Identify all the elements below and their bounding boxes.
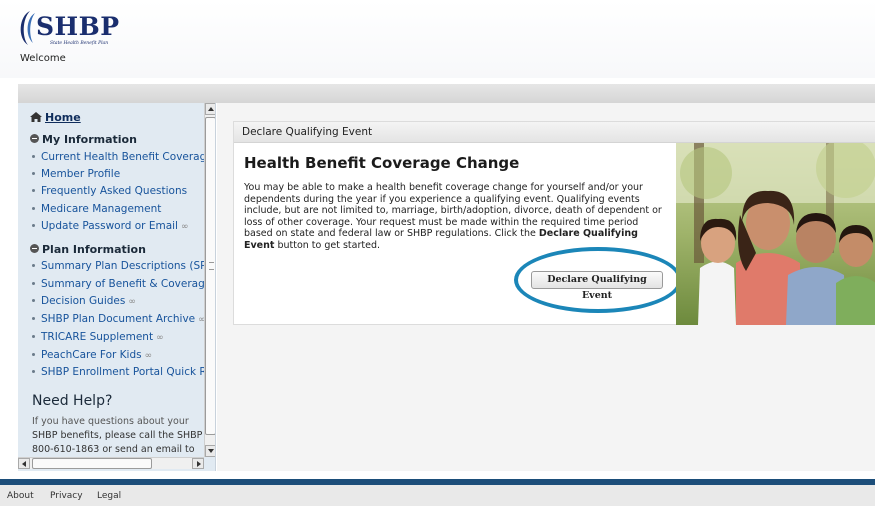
nav-label: Frequently Asked Questions	[41, 185, 188, 197]
bullet-icon	[32, 172, 35, 175]
scroll-thumb-horizontal[interactable]	[32, 458, 152, 469]
coverage-change-description: You may be able to make a health benefit…	[244, 182, 662, 251]
bullet-icon	[32, 224, 35, 227]
help-line-2: SHBP benefits, please call the SHBP M	[32, 430, 204, 441]
shbp-logo[interactable]: SHBP State Health Benefit Plan	[14, 10, 124, 48]
footer-link-legal[interactable]: Legal	[97, 491, 121, 501]
scroll-thumb[interactable]	[205, 117, 215, 435]
qualifying-event-panel: Declare Qualifying Event Health Benefit …	[233, 121, 875, 325]
sidebar-item-peachcare[interactable]: PeachCare For Kids ∞	[32, 349, 152, 361]
bullet-icon	[32, 189, 35, 192]
need-help-heading: Need Help?	[32, 393, 113, 409]
need-help-text: If you have questions about your SHBP be…	[32, 415, 204, 457]
logo-text: SHBP	[36, 12, 120, 41]
logo-swoosh-icon	[20, 11, 35, 45]
sidebar-item-spd[interactable]: Summary Plan Descriptions (SPD	[32, 260, 204, 272]
nav-label: Current Health Benefit Coverage	[41, 151, 204, 163]
header: SHBP State Health Benefit Plan Welcome	[0, 0, 875, 78]
sidebar-item-sbc[interactable]: Summary of Benefit & Coverage	[32, 278, 204, 290]
sidebar-item-archive[interactable]: SHBP Plan Document Archive∞	[32, 313, 204, 325]
nav-label: Medicare Management	[41, 203, 162, 215]
collapse-circle-icon	[30, 244, 39, 253]
grip-icon	[209, 262, 214, 270]
nav-label: TRICARE Supplement	[41, 331, 154, 343]
section-my-information[interactable]: My Information	[30, 133, 137, 146]
description-tail: button to get started.	[274, 239, 381, 251]
sidebar-item-member-profile[interactable]: Member Profile	[32, 168, 120, 180]
section-title: Plan Information	[42, 243, 146, 256]
help-line-3: 800-610-1863 or send an email to	[32, 444, 195, 455]
bullet-icon	[32, 317, 35, 320]
arrow-right-icon	[197, 461, 201, 467]
footer-link-about[interactable]: About	[7, 491, 34, 501]
nav-label: Summary Plan Descriptions (SPD	[41, 260, 204, 272]
external-link-icon: ∞	[156, 333, 164, 343]
bullet-icon	[32, 282, 35, 285]
home-icon	[30, 112, 42, 122]
scroll-down-button[interactable]	[205, 445, 215, 457]
nav-bar	[18, 84, 875, 103]
arrow-up-icon	[208, 107, 214, 111]
sidebar-item-medicare[interactable]: Medicare Management	[32, 203, 161, 215]
bullet-icon	[32, 370, 35, 373]
sidebar-item-faq[interactable]: Frequently Asked Questions	[32, 185, 187, 197]
bullet-icon	[32, 299, 35, 302]
main-content: Declare Qualifying Event Health Benefit …	[217, 103, 875, 471]
external-link-icon: ∞	[128, 297, 136, 307]
scroll-left-button[interactable]	[18, 458, 30, 469]
bullet-icon	[32, 264, 35, 267]
section-plan-information[interactable]: Plan Information	[30, 243, 146, 256]
welcome-text: Welcome	[20, 53, 66, 64]
sidebar-item-decision-guides[interactable]: Decision Guides ∞	[32, 295, 136, 307]
sidebar-horizontal-scrollbar[interactable]	[18, 457, 204, 469]
section-title: My Information	[42, 133, 137, 146]
collapse-circle-icon	[30, 134, 39, 143]
footer: About Privacy Legal	[0, 485, 875, 506]
coverage-change-heading: Health Benefit Coverage Change	[244, 154, 520, 172]
external-link-icon: ∞	[180, 222, 189, 232]
external-link-icon: ∞	[144, 351, 153, 361]
footer-link-privacy[interactable]: Privacy	[50, 491, 83, 501]
bullet-icon	[32, 335, 35, 338]
sidebar-item-tricare[interactable]: TRICARE Supplement ∞	[32, 331, 164, 343]
panel-header: Declare Qualifying Event	[234, 122, 875, 143]
sidebar-vertical-scrollbar[interactable]	[204, 103, 215, 457]
nav-label: Decision Guides	[41, 295, 126, 307]
bullet-icon	[32, 353, 35, 356]
family-photo	[676, 143, 875, 325]
home-label: Home	[45, 111, 81, 124]
logo-tagline: State Health Benefit Plan	[50, 41, 109, 46]
nav-label: SHBP Plan Document Archive	[41, 313, 196, 325]
sidebar-home-link[interactable]: Home	[30, 111, 81, 124]
nav-label: Update Password or Email	[41, 220, 178, 232]
help-line-1: If you have questions about your	[32, 416, 189, 427]
arrow-down-icon	[208, 449, 214, 453]
nav-label: PeachCare For Kids	[41, 349, 142, 361]
nav-label: SHBP Enrollment Portal Quick Re	[41, 366, 204, 378]
bullet-icon	[32, 207, 35, 210]
scroll-up-button[interactable]	[205, 103, 215, 115]
panel-title: Declare Qualifying Event	[242, 126, 373, 138]
declare-qualifying-event-button[interactable]: Declare Qualifying Event	[531, 271, 663, 301]
sidebar: Home My Information Current Health Benef…	[18, 103, 216, 471]
bullet-icon	[32, 155, 35, 158]
sidebar-item-update-password[interactable]: Update Password or Email ∞	[32, 220, 188, 232]
scroll-right-button[interactable]	[192, 458, 204, 469]
nav-label: Summary of Benefit & Coverage	[41, 278, 204, 290]
arrow-left-icon	[22, 461, 26, 467]
sidebar-content: Home My Information Current Health Benef…	[18, 103, 204, 457]
nav-label: Member Profile	[41, 168, 121, 180]
sidebar-item-current-coverage[interactable]: Current Health Benefit Coverage	[32, 151, 204, 163]
sidebar-item-enrollment-portal[interactable]: SHBP Enrollment Portal Quick Re	[32, 366, 204, 378]
